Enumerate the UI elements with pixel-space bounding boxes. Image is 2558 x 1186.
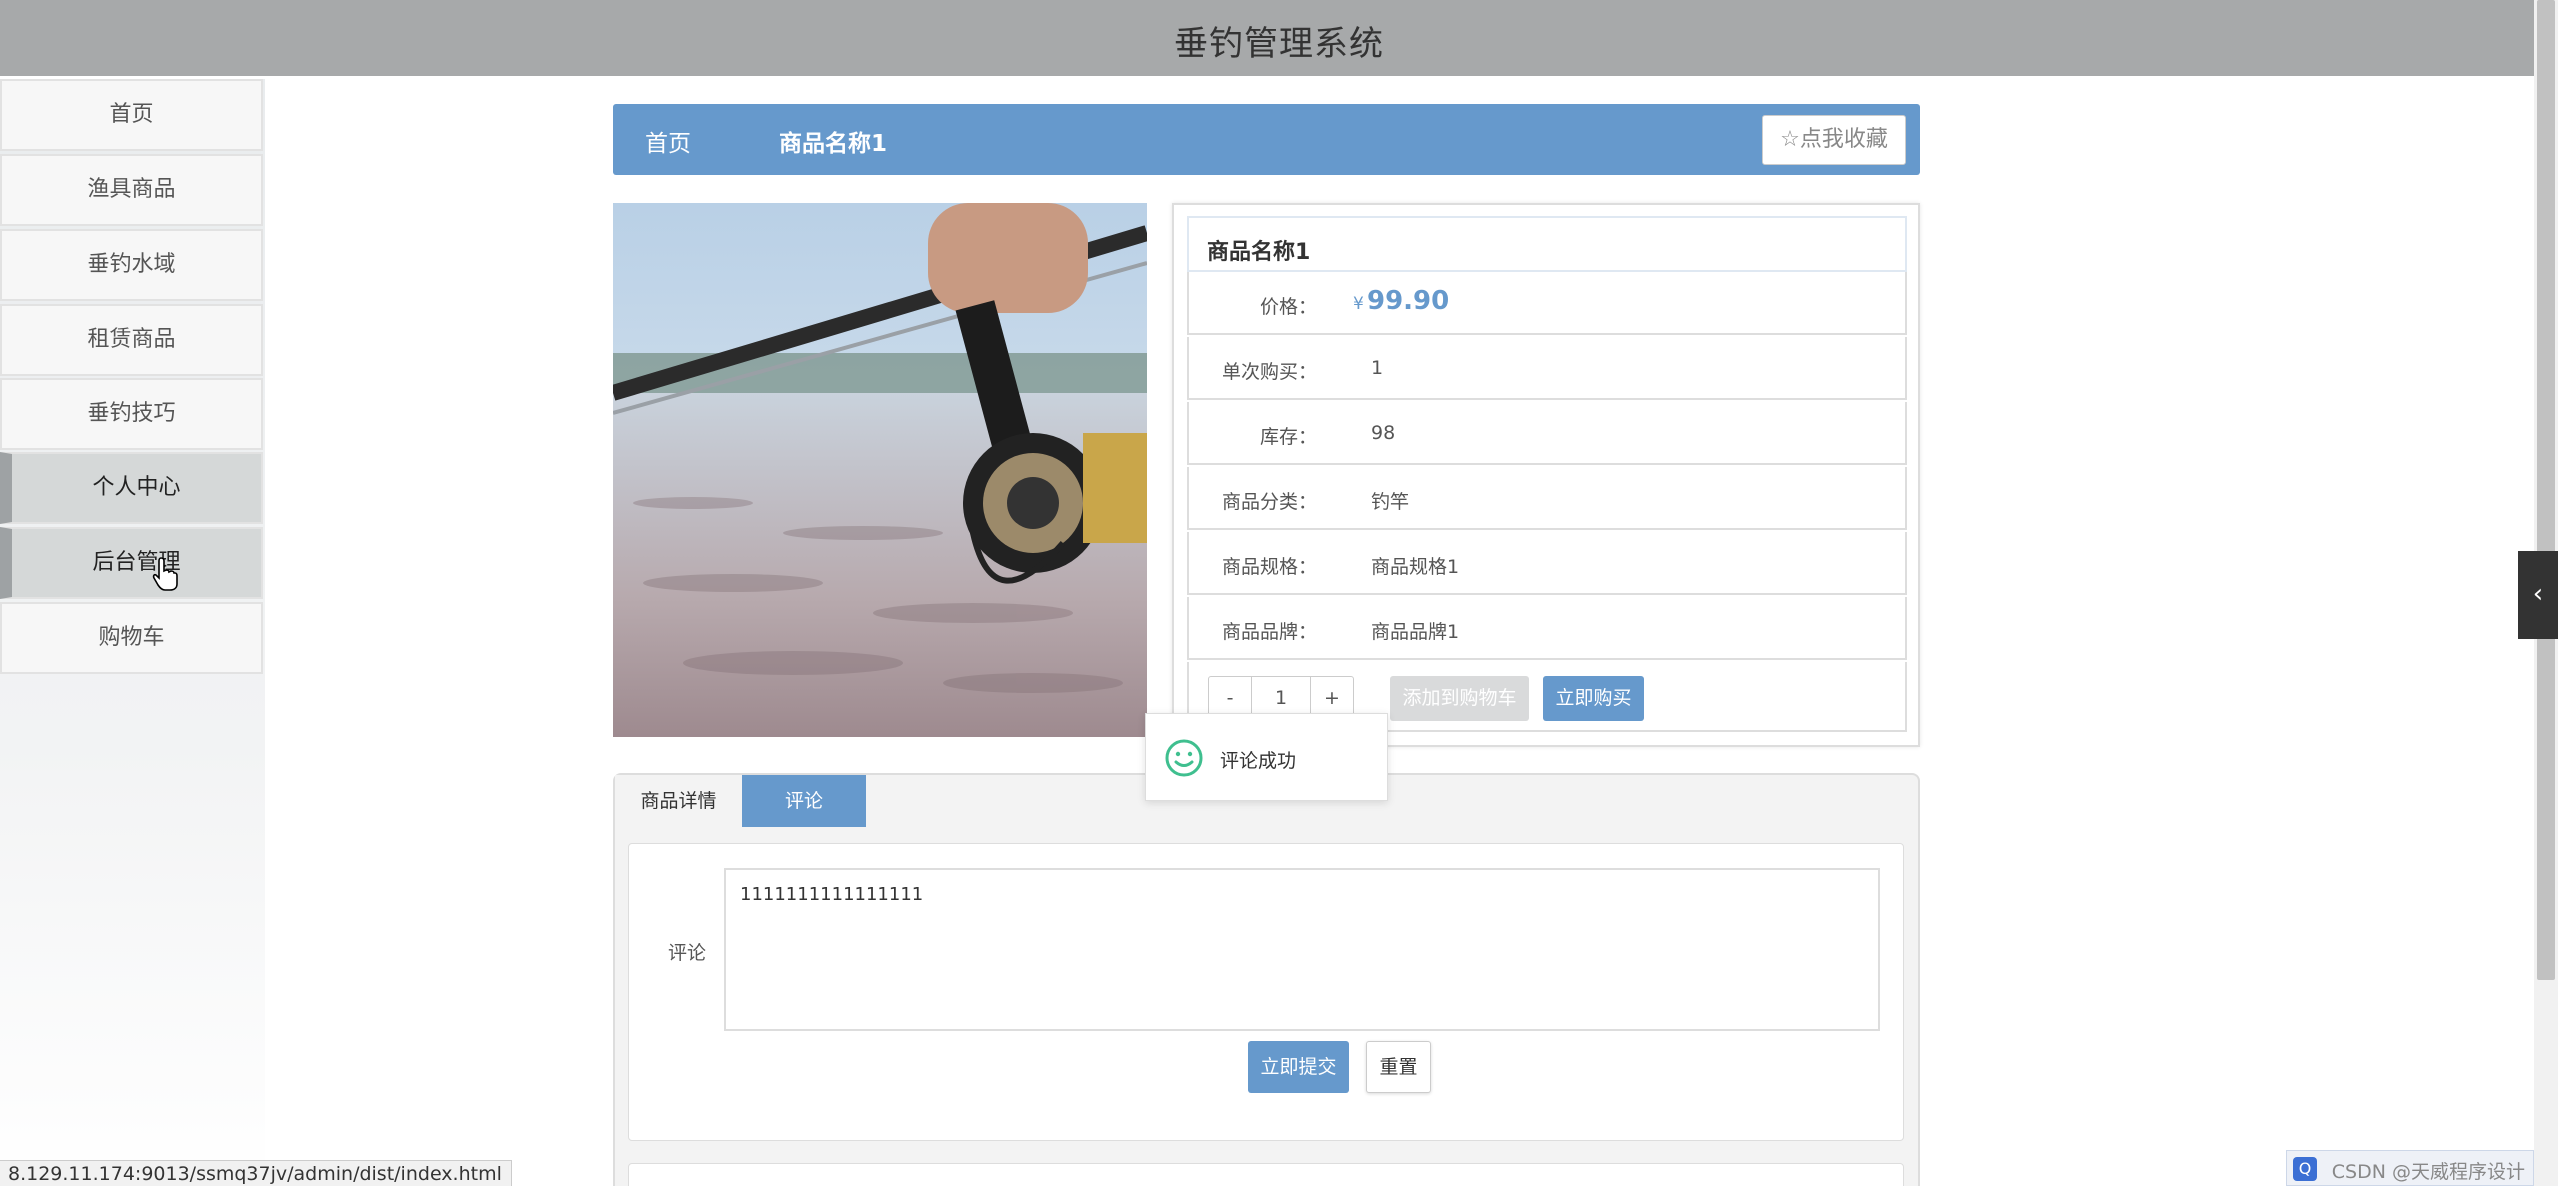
breadcrumb-current: 商品名称1 (779, 131, 888, 157)
sidebar-item-admin[interactable]: 后台管理 (0, 527, 263, 599)
comment-list-box (628, 1163, 1904, 1186)
stock-value: 98 (1371, 422, 1396, 444)
price-row: 价格： ¥ 99.90 (1187, 272, 1907, 335)
tab-product-details[interactable]: 商品详情 (615, 775, 742, 827)
sidebar-item-rental[interactable]: 租赁商品 (0, 304, 263, 376)
single-purchase-value: 1 (1371, 357, 1384, 379)
top-header: 垂钓管理系统 (0, 0, 2558, 76)
brand-row: 商品品牌： 商品品牌1 (1187, 597, 1907, 660)
watermark-text: CSDN @天威程序设计 (2331, 1161, 2525, 1183)
sidebar-item-profile[interactable]: 个人中心 (0, 452, 263, 524)
price-value: 99.90 (1367, 286, 1450, 316)
price-label: 价格： (1259, 296, 1317, 318)
breadcrumb-home[interactable]: 首页 (645, 124, 691, 158)
status-url: 8.129.11.174:9013/ssmq37jv/admin/dist/in… (0, 1160, 512, 1186)
sidebar-item-fishing-gear[interactable]: 渔具商品 (0, 154, 263, 226)
comment-label: 评论 (668, 942, 707, 964)
buy-now-button[interactable]: 立即购买 (1543, 676, 1644, 721)
app-title: 垂钓管理系统 (1174, 24, 1384, 64)
category-row: 商品分类： 钓竿 (1187, 467, 1907, 530)
sidebar-item-fishing-waters[interactable]: 垂钓水域 (0, 229, 263, 301)
brand-label: 商品品牌： (1221, 621, 1317, 643)
toast-message: 评论成功 (1220, 750, 1297, 772)
brand-value: 商品品牌1 (1371, 621, 1460, 643)
sidebar-item-home[interactable]: 首页 (0, 79, 263, 151)
product-name: 商品名称1 (1207, 240, 1311, 265)
hand-cursor-icon (152, 557, 178, 591)
reset-button[interactable]: 重置 (1366, 1041, 1431, 1093)
category-value: 钓竿 (1371, 491, 1410, 513)
stock-label: 库存： (1259, 426, 1317, 448)
product-image (613, 203, 1147, 737)
breadcrumb: 首页 商品名称1 (613, 104, 1920, 175)
single-purchase-label: 单次购买： (1221, 361, 1317, 383)
app-tray-icon: Q (2293, 1157, 2317, 1181)
spec-label: 商品规格： (1221, 556, 1317, 578)
category-label: 商品分类： (1221, 491, 1317, 513)
watermark-bar: Q CSDN @天威程序设计 (2286, 1150, 2534, 1186)
price-symbol: ¥ (1353, 294, 1364, 314)
star-icon: ☆ (1780, 127, 1800, 152)
success-toast: 评论成功 (1145, 713, 1388, 801)
stock-row: 库存： 98 (1187, 402, 1907, 465)
scrollbar-thumb[interactable] (2537, 0, 2555, 980)
chevron-left-icon[interactable]: ‹ (2518, 551, 2558, 639)
spec-row: 商品规格： 商品规格1 (1187, 532, 1907, 595)
smile-icon (1165, 739, 1203, 777)
single-purchase-row: 单次购买： 1 (1187, 337, 1907, 400)
favorite-label: 点我收藏 (1799, 127, 1888, 152)
product-name-header: 商品名称1 (1187, 216, 1907, 272)
sidebar-item-tips[interactable]: 垂钓技巧 (0, 378, 263, 450)
spec-value: 商品规格1 (1371, 556, 1460, 578)
add-to-cart-button[interactable]: 添加到购物车 (1390, 676, 1529, 721)
tab-comments[interactable]: 评论 (742, 775, 866, 827)
submit-button[interactable]: 立即提交 (1248, 1041, 1349, 1093)
favorite-button[interactable]: ☆点我收藏 (1762, 115, 1906, 165)
sidebar-item-cart[interactable]: 购物车 (0, 602, 263, 674)
comment-textarea[interactable]: 1111111111111111 (724, 868, 1880, 1031)
